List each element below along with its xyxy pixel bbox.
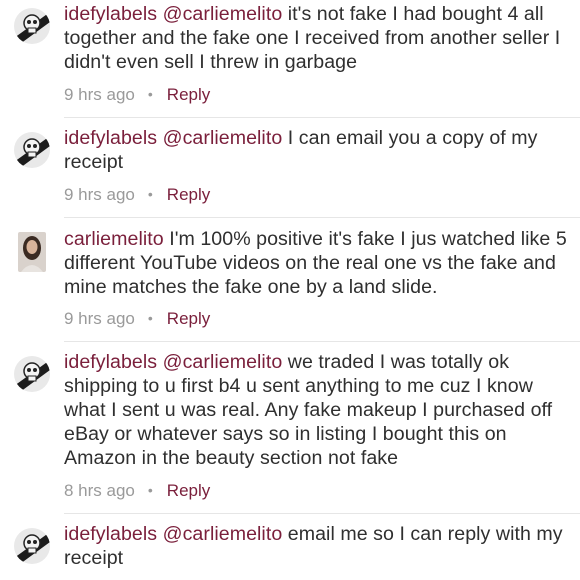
avatar-skull-image <box>14 528 50 564</box>
comment-meta: 9 hrs ago • Reply <box>64 85 210 105</box>
comment-meta: 9 hrs ago • Reply <box>64 185 210 205</box>
comment-text: idefylabels @carliemelito email me so I … <box>64 522 574 570</box>
comment-username[interactable]: idefylabels <box>64 351 157 373</box>
user-avatar[interactable] <box>14 132 50 168</box>
comment-text: idefylabels @carliemelito I can email yo… <box>64 126 574 174</box>
comment-username[interactable]: idefylabels <box>64 127 157 149</box>
avatar-photo-image <box>18 232 46 272</box>
comment-mention[interactable]: @carliemelito <box>163 523 283 545</box>
comment-text: carliemelito I'm 100% positive it's fake… <box>64 227 574 299</box>
user-avatar[interactable] <box>14 356 50 392</box>
comment-timestamp: 9 hrs ago <box>64 85 135 104</box>
comment-divider <box>64 341 580 342</box>
comment-timestamp: 9 hrs ago <box>64 309 135 328</box>
comment-divider <box>64 513 580 514</box>
comment-mention[interactable]: @carliemelito <box>163 3 283 25</box>
reply-button[interactable]: Reply <box>167 481 210 500</box>
user-avatar[interactable] <box>18 232 46 272</box>
reply-button[interactable]: Reply <box>167 85 210 104</box>
comment-text: idefylabels @carliemelito we traded I wa… <box>64 350 574 470</box>
avatar-skull-image <box>14 132 50 168</box>
separator-dot: • <box>147 186 153 202</box>
avatar-skull-image <box>14 356 50 392</box>
comment-meta: 8 hrs ago • Reply <box>64 481 210 501</box>
comment-divider <box>64 217 580 218</box>
reply-button[interactable]: Reply <box>167 185 210 204</box>
comment-timestamp: 8 hrs ago <box>64 481 135 500</box>
comment-divider <box>64 117 580 118</box>
comment-meta: 9 hrs ago • Reply <box>64 309 210 329</box>
reply-button[interactable]: Reply <box>167 309 210 328</box>
comment-username[interactable]: idefylabels <box>64 3 157 25</box>
comment-username[interactable]: idefylabels <box>64 523 157 545</box>
user-avatar[interactable] <box>14 528 50 564</box>
separator-dot: • <box>147 86 153 102</box>
separator-dot: • <box>147 310 153 326</box>
avatar-skull-image <box>14 8 50 44</box>
user-avatar[interactable] <box>14 8 50 44</box>
comment-timestamp: 9 hrs ago <box>64 185 135 204</box>
comment-mention[interactable]: @carliemelito <box>163 351 283 373</box>
comment-username[interactable]: carliemelito <box>64 228 164 250</box>
comment-mention[interactable]: @carliemelito <box>163 127 283 149</box>
separator-dot: • <box>147 482 153 498</box>
comment-text: idefylabels @carliemelito it's not fake … <box>64 2 574 74</box>
